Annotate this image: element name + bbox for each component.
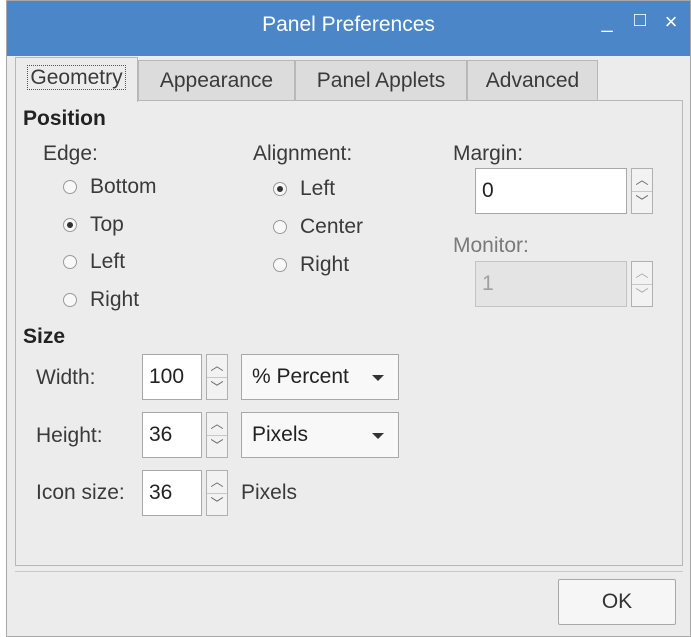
dropdown-arrow-icon [372,433,384,439]
chevron-up-icon[interactable]: ︿ [207,471,227,494]
width-unit-dropdown[interactable]: % Percent [241,354,399,400]
icon-size-unit-label: Pixels [241,481,298,504]
title-bar[interactable]: Panel Preferences _ □ × [7,1,690,56]
height-spinbox: 36 ︿ ﹀ [142,412,228,458]
chevron-down-icon[interactable]: ﹀ [207,493,227,515]
maximize-icon[interactable]: □ [626,9,654,43]
width-input[interactable]: 100 [142,354,202,400]
close-icon[interactable]: × [657,9,685,43]
radio-label: Left [300,177,336,200]
radio-indicator [273,182,287,196]
icon-size-input[interactable]: 36 [142,470,202,516]
ok-button[interactable]: OK [558,579,676,625]
tab-appearance[interactable]: Appearance [138,60,295,100]
alignment-radio-center[interactable]: Center [273,213,363,241]
chevron-up-icon[interactable]: ︿ [632,262,652,285]
radio-label: Top [90,213,124,236]
tab-geometry[interactable]: Geometry [15,57,138,102]
radio-indicator [63,218,77,232]
width-label: Width: [36,366,96,389]
chevron-up-icon[interactable]: ︿ [207,355,227,378]
dropdown-value: % Percent [252,365,349,388]
icon-size-label: Icon size: [36,481,125,504]
chevron-down-icon[interactable]: ﹀ [632,191,652,213]
dropdown-value: Pixels [252,423,309,446]
alignment-label: Alignment: [253,142,353,165]
margin-spinbox: 0 ︿ ﹀ [475,168,653,214]
tab-advanced[interactable]: Advanced [467,60,598,100]
window-title: Panel Preferences [262,13,435,36]
width-stepper[interactable]: ︿ ﹀ [206,354,228,400]
edge-radio-bottom[interactable]: Bottom [63,173,157,201]
radio-label: Right [300,253,350,276]
chevron-up-icon[interactable]: ︿ [207,413,227,436]
monitor-label: Monitor: [453,234,529,257]
radio-label: Left [90,250,126,273]
size-heading: Size [23,325,66,348]
radio-label: Right [90,288,140,311]
radio-indicator [273,258,287,272]
geometry-panel: Position Edge: Bottom Top Left Right Ali… [15,100,683,566]
edge-radio-left[interactable]: Left [63,248,125,276]
minimize-icon[interactable]: _ [593,11,621,45]
icon-size-spinbox: 36 ︿ ﹀ [142,470,228,516]
edge-radio-right[interactable]: Right [63,286,139,314]
edge-radio-top[interactable]: Top [63,211,124,239]
chevron-down-icon[interactable]: ﹀ [632,284,652,306]
monitor-input[interactable]: 1 [475,261,627,307]
chevron-down-icon[interactable]: ﹀ [207,435,227,457]
dropdown-arrow-icon [372,375,384,381]
alignment-radio-right[interactable]: Right [273,251,349,279]
monitor-stepper[interactable]: ︿ ﹀ [631,261,653,307]
margin-stepper[interactable]: ︿ ﹀ [631,168,653,214]
panel-preferences-window: Panel Preferences _ □ × Geometry Appeara… [6,0,691,637]
radio-label: Bottom [90,175,157,198]
tab-panel-applets[interactable]: Panel Applets [295,60,467,100]
chevron-up-icon[interactable]: ︿ [632,169,652,192]
position-heading: Position [23,107,106,130]
edge-label: Edge: [43,142,98,165]
radio-indicator [63,180,77,194]
footer-divider [15,571,683,572]
icon-size-stepper[interactable]: ︿ ﹀ [206,470,228,516]
radio-indicator [63,293,77,307]
radio-indicator [63,255,77,269]
tab-label: Geometry [27,65,126,90]
height-input[interactable]: 36 [142,412,202,458]
width-spinbox: 100 ︿ ﹀ [142,354,228,400]
margin-input[interactable]: 0 [475,168,627,214]
height-unit-dropdown[interactable]: Pixels [241,412,399,458]
height-label: Height: [36,424,103,447]
chevron-down-icon[interactable]: ﹀ [207,377,227,399]
height-stepper[interactable]: ︿ ﹀ [206,412,228,458]
radio-indicator [273,220,287,234]
monitor-spinbox: 1 ︿ ﹀ [475,261,653,307]
margin-label: Margin: [453,142,524,165]
alignment-radio-left[interactable]: Left [273,175,335,203]
radio-label: Center [300,215,364,238]
